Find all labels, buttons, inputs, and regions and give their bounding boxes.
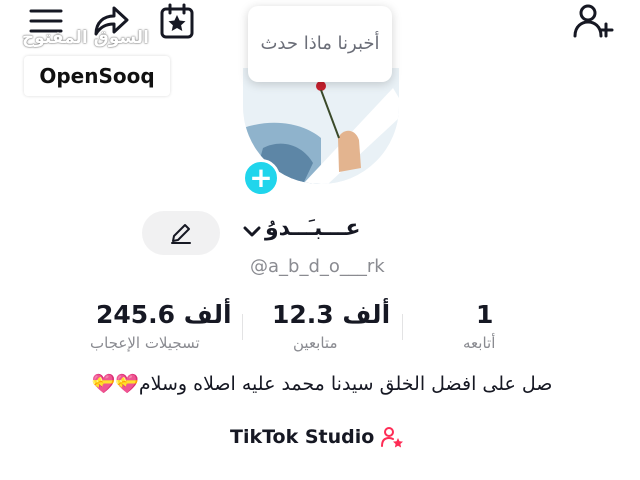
- pencil-icon: [169, 221, 193, 245]
- person-star-icon: [380, 425, 404, 449]
- followers-unit: ألف: [342, 300, 391, 329]
- watermark-arabic: السوق المفتوح: [22, 28, 149, 48]
- note-bubble[interactable]: أخبرنا ماذا حدث: [248, 6, 392, 82]
- display-name[interactable]: عـــبـَــدوُ: [265, 216, 361, 241]
- chevron-down-icon[interactable]: [242, 224, 262, 240]
- brand-logo: OpenSooq: [24, 56, 170, 96]
- profile-bio: صل على افضل الخلق سيدنا محمد عليه اصلاه …: [91, 373, 553, 395]
- add-photo-button[interactable]: +: [242, 159, 280, 197]
- likes-unit: ألف: [183, 300, 232, 329]
- tiktok-studio-link[interactable]: TikTok Studio: [230, 425, 404, 449]
- likes-value: 245.6: [96, 300, 176, 329]
- calendar-star-icon[interactable]: [158, 2, 196, 40]
- studio-label: TikTok Studio: [230, 426, 375, 448]
- note-prompt: أخبرنا ماذا حدث: [260, 33, 380, 54]
- username: @a_b_d_o___rk: [250, 256, 385, 277]
- followers-value: 12.3: [272, 300, 334, 329]
- following-label: أتابعه: [463, 334, 496, 352]
- edit-profile-button[interactable]: [142, 211, 220, 255]
- likes-label: تسجيلات الإعجاب: [90, 334, 200, 352]
- stats-divider: [402, 314, 403, 340]
- add-user-icon[interactable]: [572, 2, 616, 40]
- brand-logo-text: OpenSooq: [39, 64, 155, 88]
- followers-count[interactable]: 12.3 ألف: [272, 300, 390, 329]
- stats-divider: [242, 314, 243, 340]
- likes-count[interactable]: 245.6 ألف: [96, 300, 232, 329]
- followers-label: متابعين: [293, 334, 338, 352]
- following-count[interactable]: 1: [476, 300, 493, 329]
